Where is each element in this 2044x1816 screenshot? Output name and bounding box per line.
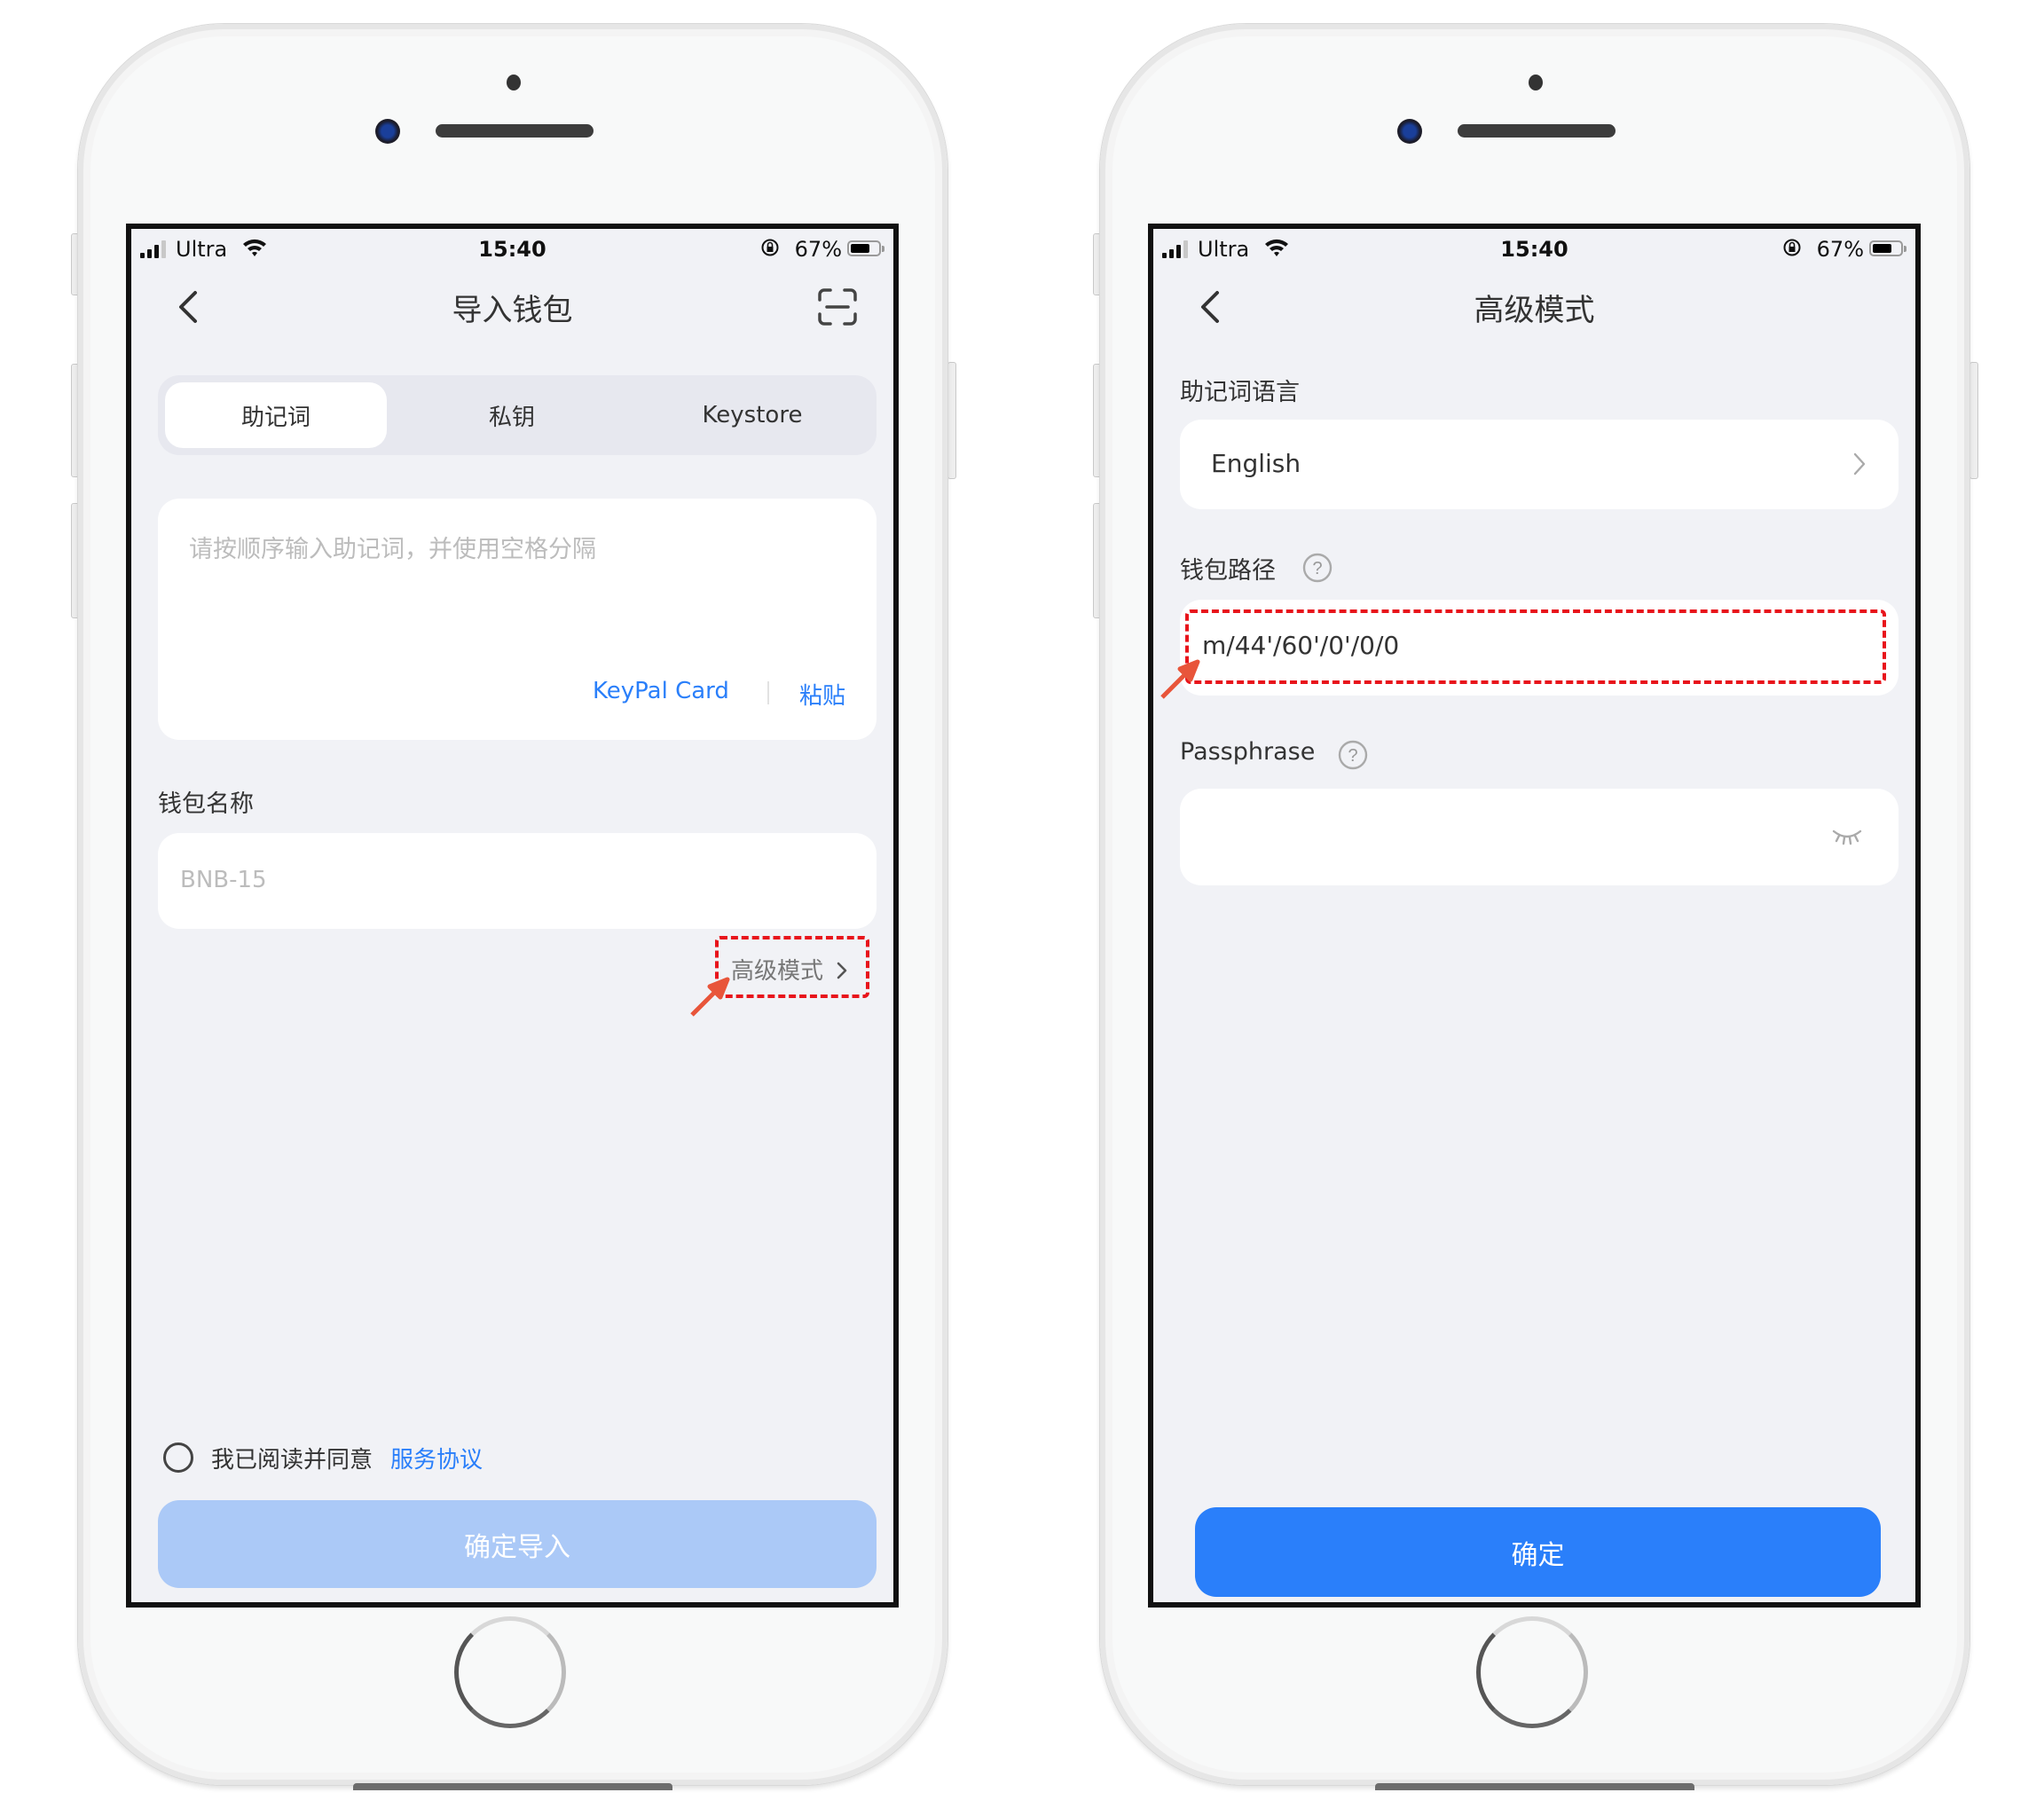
phone-bottom-edge bbox=[1375, 1783, 1694, 1790]
phone-left: Ultra 15:40 67% 导入钱包 助记词 私钥 Keystore 请按顺… bbox=[71, 24, 956, 1790]
earpiece-speaker bbox=[436, 124, 594, 138]
power-button bbox=[1969, 362, 1978, 479]
home-button[interactable] bbox=[1476, 1616, 1588, 1728]
screen-import-wallet: Ultra 15:40 67% 导入钱包 助记词 私钥 Keystore 请按顺… bbox=[126, 224, 899, 1608]
tab-mnemonic[interactable]: 助记词 bbox=[165, 382, 387, 448]
passphrase-input[interactable] bbox=[1180, 789, 1899, 885]
proximity-sensor bbox=[507, 75, 521, 90]
screen-advanced-mode: Ultra 15:40 67% 高级模式 助记词语言 English 钱包路径 … bbox=[1148, 224, 1921, 1608]
import-method-tabs: 助记词 私钥 Keystore bbox=[158, 375, 877, 455]
wallet-name-label: 钱包名称 bbox=[158, 790, 254, 818]
passphrase-label: Passphrase bbox=[1180, 738, 1316, 766]
mnemonic-placeholder: 请按顺序输入助记词，并使用空格分隔 bbox=[189, 536, 596, 563]
link-divider bbox=[767, 681, 769, 704]
tab-private-key[interactable]: 私钥 bbox=[401, 382, 623, 448]
phone-bottom-edge bbox=[353, 1783, 672, 1790]
power-button bbox=[947, 362, 956, 479]
wallet-path-label: 钱包路径 bbox=[1180, 557, 1276, 585]
annotation-arrow-icon bbox=[690, 977, 730, 1017]
front-camera bbox=[1397, 119, 1422, 144]
battery-percent: 67% bbox=[794, 237, 842, 262]
mnemonic-language-value: English bbox=[1211, 449, 1301, 478]
svg-text:?: ? bbox=[1348, 746, 1357, 766]
battery-icon bbox=[1869, 240, 1906, 256]
highlight-box-advanced-mode bbox=[715, 936, 869, 998]
orientation-lock-icon bbox=[761, 239, 779, 256]
orientation-lock-icon bbox=[1783, 239, 1801, 256]
page-title: 导入钱包 bbox=[452, 293, 573, 328]
help-icon[interactable]: ? bbox=[1302, 553, 1333, 583]
svg-text:?: ? bbox=[1312, 559, 1322, 578]
terms-of-service-link[interactable]: 服务协议 bbox=[390, 1442, 483, 1474]
annotation-arrow-icon bbox=[1160, 659, 1200, 699]
earpiece-speaker bbox=[1458, 124, 1616, 138]
status-bar: Ultra 15:40 67% bbox=[131, 229, 893, 268]
agreement-checkbox[interactable] bbox=[163, 1443, 193, 1473]
wallet-name-placeholder: BNB-15 bbox=[180, 867, 267, 893]
scan-icon[interactable] bbox=[817, 287, 858, 326]
highlight-box-wallet-path bbox=[1185, 609, 1886, 684]
page-title: 高级模式 bbox=[1474, 293, 1595, 328]
phone-right: Ultra 15:40 67% 高级模式 助记词语言 English 钱包路径 … bbox=[1093, 24, 1978, 1790]
status-bar: Ultra 15:40 67% bbox=[1153, 229, 1915, 268]
help-icon[interactable]: ? bbox=[1338, 740, 1368, 770]
battery-icon bbox=[847, 240, 884, 256]
confirm-import-button[interactable]: 确定导入 bbox=[158, 1500, 877, 1588]
keypal-card-link[interactable]: KeyPal Card bbox=[593, 678, 729, 704]
home-button[interactable] bbox=[454, 1616, 566, 1728]
agreement-text: 我已阅读并同意 bbox=[211, 1447, 373, 1474]
front-camera bbox=[375, 119, 400, 144]
mnemonic-language-select[interactable]: English bbox=[1180, 420, 1899, 509]
chevron-right-icon bbox=[1853, 452, 1866, 476]
confirm-button[interactable]: 确定 bbox=[1195, 1507, 1881, 1597]
mnemonic-language-label: 助记词语言 bbox=[1180, 379, 1300, 406]
eye-closed-icon[interactable] bbox=[1831, 826, 1863, 847]
mnemonic-input[interactable]: 请按顺序输入助记词，并使用空格分隔 KeyPal Card 粘贴 bbox=[158, 499, 877, 740]
proximity-sensor bbox=[1529, 75, 1543, 90]
wallet-name-input[interactable]: BNB-15 bbox=[158, 833, 877, 929]
paste-link[interactable]: 粘贴 bbox=[799, 678, 845, 711]
tab-keystore[interactable]: Keystore bbox=[641, 382, 863, 448]
battery-percent: 67% bbox=[1816, 237, 1864, 262]
